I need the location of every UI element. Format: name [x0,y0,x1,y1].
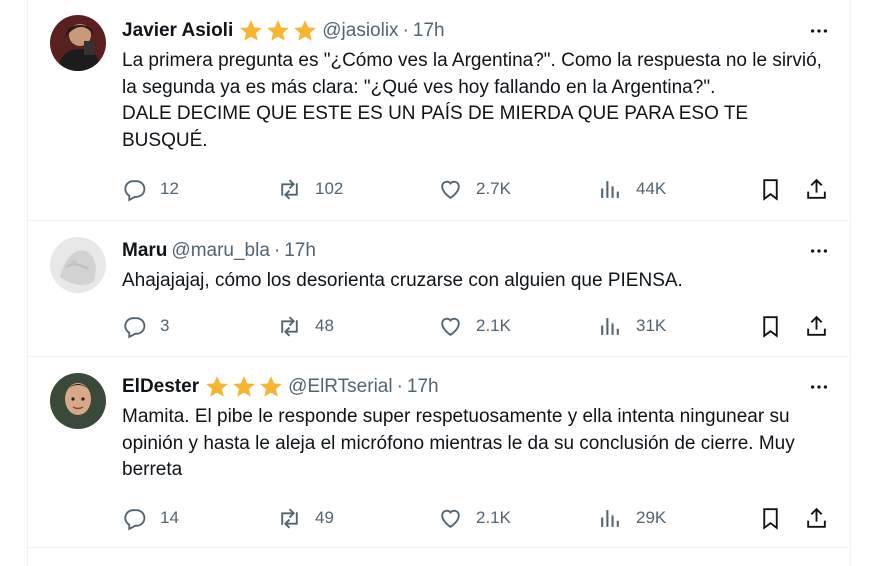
views-count: 44K [636,179,667,198]
tweet-partial [28,548,850,566]
author-handle[interactable]: @maru_bla [171,240,270,262]
views-button[interactable]: 29K [598,503,666,533]
like-icon [441,317,460,336]
bookmark-icon [763,315,778,338]
like-count: 2.7K [476,179,511,198]
more-icon[interactable] [806,374,832,400]
reply-button[interactable]: 14 [122,503,179,533]
tweet-text: Ahajajajaj, cómo los desorienta cruzarse… [122,270,683,291]
bookmark-icon [763,507,778,530]
reply-count: 14 [160,508,179,527]
views-icon [601,317,619,335]
avatar[interactable] [50,237,106,293]
verified-badges [238,18,318,44]
share-icon [807,178,826,199]
more-icon[interactable] [806,18,832,44]
avatar[interactable] [50,15,106,71]
retweet-button[interactable]: 49 [277,503,334,533]
retweet-icon [281,507,298,529]
tweet[interactable]: Maru @maru_bla · 17h Ahajajajaj, cómo lo… [28,221,850,357]
separator: · [402,20,409,41]
tweet[interactable]: ElDester @ElRTserial · 17h Mamita. El pi… [28,357,850,548]
views-icon [601,180,619,198]
timestamp[interactable]: 17h [413,20,445,42]
reply-button[interactable]: 3 [122,311,169,341]
share-icon [807,507,826,528]
avatar[interactable] [50,373,106,429]
timestamp[interactable]: 17h [284,240,316,262]
like-count: 2.1K [476,316,511,335]
author-name[interactable]: Javier Asioli [122,20,233,42]
like-button[interactable]: 2.1K [438,503,511,533]
retweet-icon [281,178,298,200]
star-icon [233,376,255,397]
tweet[interactable]: Javier Asioli @jasiolix · 17h La primera… [28,0,850,221]
replies-timeline: Javier Asioli @jasiolix · 17h La primera… [27,0,851,566]
share-button[interactable] [804,503,829,533]
retweet-count: 102 [315,179,344,198]
tweet-text: Mamita. El pibe le responde super respet… [122,406,795,480]
views-count: 31K [636,316,667,335]
views-icon [601,509,619,527]
separator: · [273,240,281,261]
more-icon[interactable] [806,238,832,264]
timestamp[interactable]: 17h [407,376,439,398]
retweet-count: 49 [315,508,334,527]
reply-count: 12 [160,179,179,198]
bookmark-button[interactable] [758,174,783,204]
action-bar: 3 48 2.1K 31K [122,311,836,341]
author-handle[interactable]: @jasiolix [322,20,398,42]
views-button[interactable]: 31K [598,311,666,341]
share-button[interactable] [804,174,829,204]
star-icon [206,376,228,397]
retweet-icon [281,315,298,337]
bookmark-button[interactable] [758,311,783,341]
like-button[interactable]: 2.7K [438,174,511,204]
retweet-count: 48 [315,316,334,335]
like-button[interactable]: 2.1K [438,311,511,341]
retweet-button[interactable]: 48 [277,311,334,341]
separator: · [396,376,403,397]
share-icon [807,315,826,336]
star-icon [240,20,263,41]
star-icon [260,376,282,397]
action-bar: 12 102 2.7K 44K [122,174,836,204]
bookmark-icon [763,178,778,201]
tweet-text: La primera pregunta es "¿Cómo ves la Arg… [122,50,822,151]
action-bar: 14 49 2.1K 29K [122,503,836,533]
views-button[interactable]: 44K [598,174,666,204]
reply-count: 3 [160,316,170,335]
reply-icon [124,508,146,530]
bookmark-button[interactable] [758,503,783,533]
author-name[interactable]: ElDester [122,376,199,398]
retweet-button[interactable]: 102 [277,174,343,204]
like-count: 2.1K [476,508,511,527]
verified-badges [204,374,284,400]
like-icon [441,509,460,528]
views-count: 29K [636,508,667,527]
author-handle[interactable]: @ElRTserial [288,376,392,398]
author-name[interactable]: Maru [122,240,167,262]
star-icon [267,20,290,41]
star-icon [294,20,317,41]
reply-button[interactable]: 12 [122,174,179,204]
reply-icon [124,316,146,338]
like-icon [441,180,460,199]
share-button[interactable] [804,311,829,341]
reply-icon [124,179,146,201]
